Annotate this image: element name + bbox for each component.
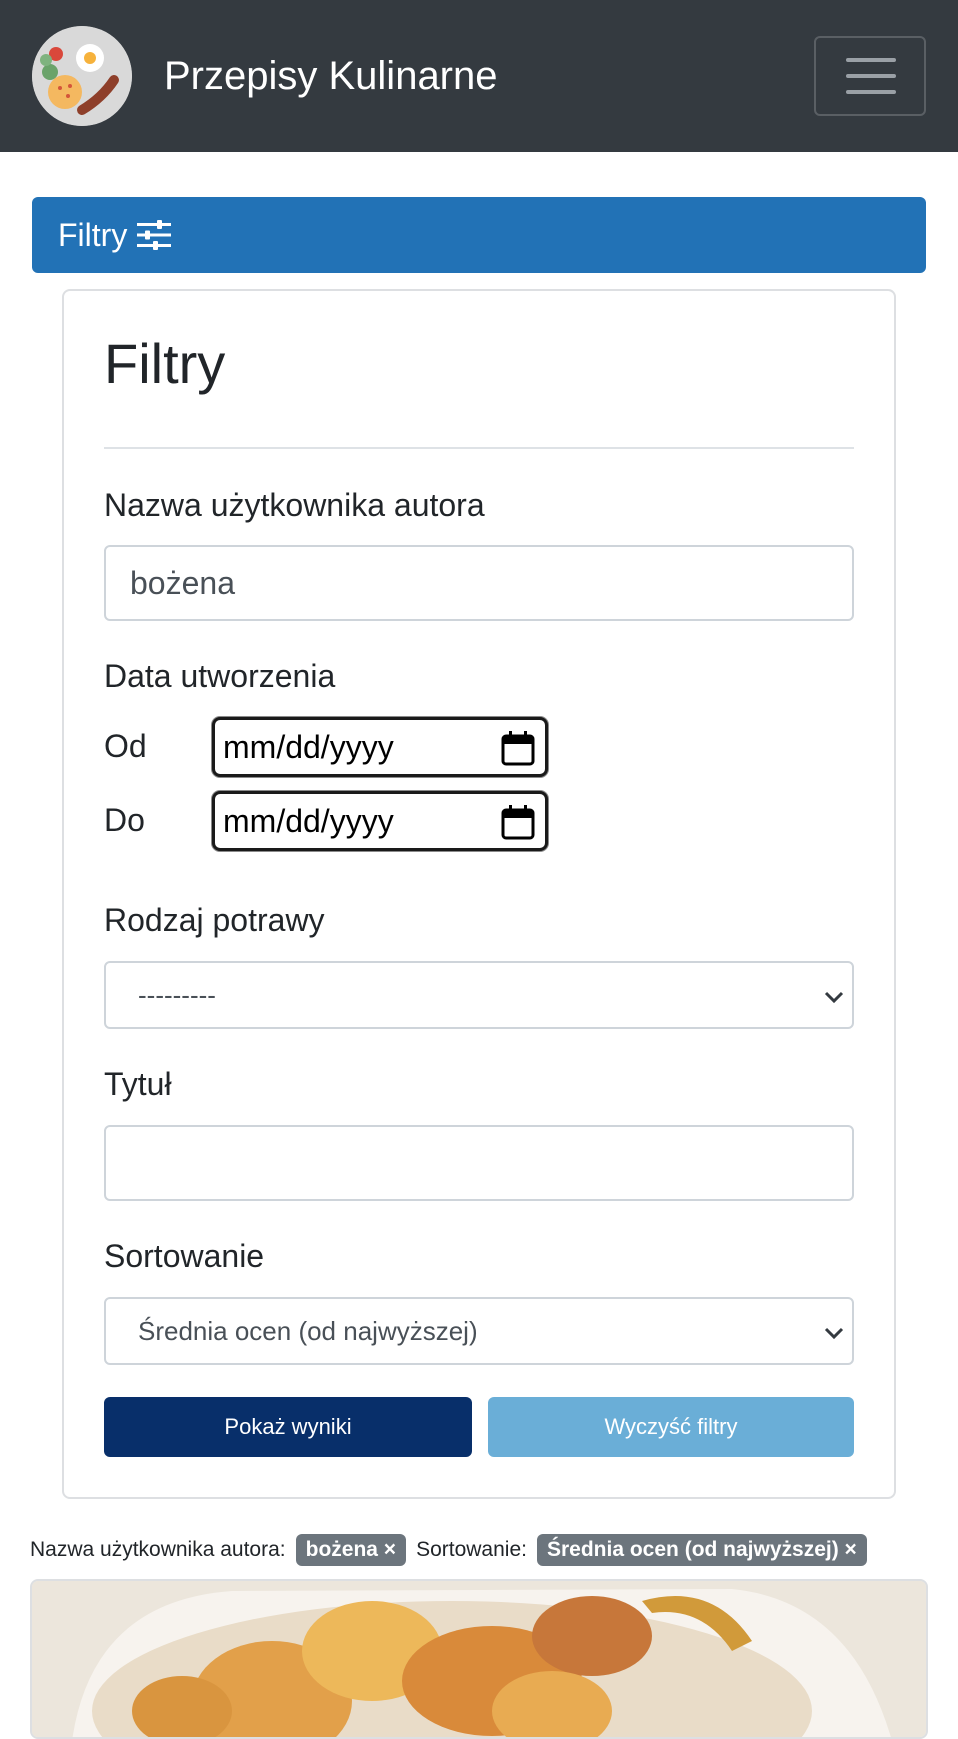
created-date-label: Data utworzenia bbox=[104, 658, 336, 694]
active-filters: Nazwa użytkownika autora: bożena × Sorto… bbox=[30, 1533, 877, 1567]
active-filter-label: Sortowanie: bbox=[416, 1538, 527, 1561]
date-from-label: Od bbox=[104, 728, 147, 764]
sliders-icon bbox=[137, 220, 172, 250]
hamburger-icon-bar bbox=[846, 90, 896, 94]
dish-type-select[interactable]: --------- bbox=[104, 961, 854, 1029]
active-filter-label: Nazwa użytkownika autora: bbox=[30, 1538, 286, 1561]
chevron-down-icon bbox=[824, 1327, 844, 1340]
date-to-value: mm/dd/yyyy bbox=[223, 802, 394, 839]
sorting-label: Sortowanie bbox=[104, 1238, 265, 1274]
dish-type-selected: --------- bbox=[138, 979, 216, 1010]
title-input[interactable] bbox=[104, 1125, 854, 1201]
chevron-down-icon bbox=[824, 991, 844, 1004]
active-filter-badge-author[interactable]: bożena × bbox=[295, 1534, 407, 1566]
navbar: Przepisy Kulinarne bbox=[0, 0, 958, 152]
date-from-value: mm/dd/yyyy bbox=[223, 728, 394, 765]
recipe-image[interactable] bbox=[32, 1581, 928, 1739]
sorting-select[interactable]: Średnia ocen (od najwyższej) bbox=[104, 1297, 854, 1365]
title-label: Tytuł bbox=[104, 1066, 172, 1102]
date-from-input[interactable]: mm/dd/yyyy bbox=[212, 717, 548, 777]
date-to-input[interactable]: mm/dd/yyyy bbox=[212, 791, 548, 851]
show-results-button[interactable]: Pokaż wyniki bbox=[104, 1397, 472, 1457]
plate-food-icon bbox=[32, 26, 132, 126]
date-to-label: Do bbox=[104, 802, 145, 838]
filters-toggle-button[interactable]: Filtry bbox=[32, 197, 926, 273]
author-input[interactable]: bożena bbox=[104, 545, 854, 621]
active-filter-badge-sorting[interactable]: Średnia ocen (od najwyższej) × bbox=[536, 1534, 867, 1566]
hamburger-icon bbox=[846, 58, 896, 62]
calendar-icon[interactable] bbox=[501, 804, 535, 840]
hamburger-icon-bar bbox=[846, 74, 896, 78]
brand-logo[interactable] bbox=[32, 26, 132, 126]
author-label: Nazwa użytkownika autora bbox=[104, 487, 485, 523]
calendar-icon[interactable] bbox=[501, 730, 535, 766]
brand-title[interactable]: Przepisy Kulinarne bbox=[164, 50, 498, 102]
divider bbox=[104, 447, 854, 449]
sorting-selected: Średnia ocen (od najwyższej) bbox=[138, 1315, 478, 1346]
menu-toggle-button[interactable] bbox=[814, 36, 926, 116]
recipe-card[interactable] bbox=[30, 1579, 928, 1739]
clear-filters-button[interactable]: Wyczyść filtry bbox=[488, 1397, 854, 1457]
filters-title: Filtry bbox=[104, 332, 226, 395]
dish-type-label: Rodzaj potrawy bbox=[104, 902, 325, 938]
filters-toggle-label: Filtry bbox=[58, 216, 128, 253]
